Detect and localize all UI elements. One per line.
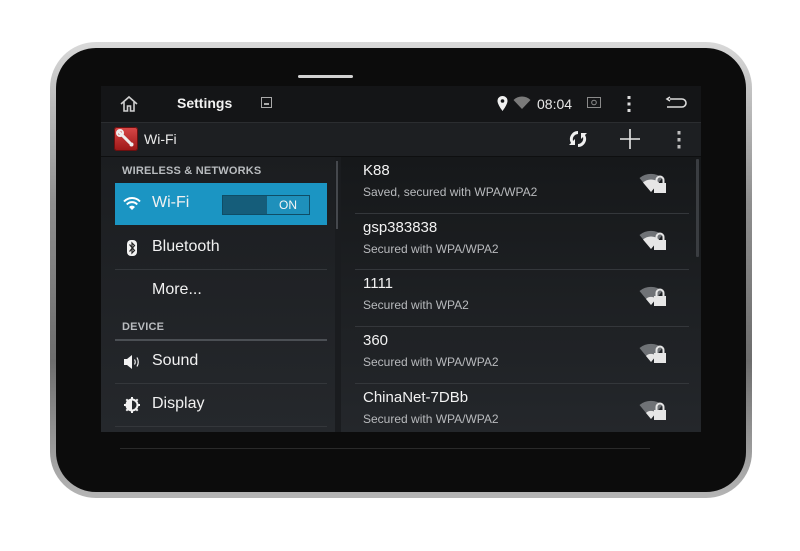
- screenshot-icon[interactable]: [587, 97, 601, 108]
- status-title: Settings: [177, 95, 233, 111]
- network-ssid: 1111: [363, 275, 394, 292]
- network-ssid: ChinaNet-7DBb: [363, 389, 469, 406]
- status-bar: Settings 08:04: [101, 86, 701, 123]
- network-item[interactable]: ChinaNet-7DBb Secured with WPA/WPA2: [355, 384, 691, 432]
- settings-wrench-icon[interactable]: [114, 127, 138, 151]
- wifi-locked-signal-icon: [639, 400, 666, 420]
- sidebar-item-sound[interactable]: Sound: [115, 341, 327, 383]
- panel-divider: [336, 161, 338, 229]
- sidebar-item-display[interactable]: Display: [115, 384, 327, 426]
- network-ssid: 360: [363, 332, 389, 349]
- sidebar-item-label: Display: [152, 395, 205, 412]
- screen: Settings 08:04 Wi-Fi WIRELESS & NETWORKS…: [101, 86, 701, 432]
- settings-sidebar: WIRELESS & NETWORKS Wi-Fi ON Bluetooth M…: [101, 157, 335, 432]
- section-header-wireless: WIRELESS & NETWORKS: [122, 165, 262, 177]
- bezel-line: [120, 448, 650, 449]
- network-item[interactable]: gsp383838 Secured with WPA/WPA2: [355, 214, 691, 270]
- page-title: Wi-Fi: [144, 131, 177, 147]
- network-ssid: gsp383838: [363, 219, 438, 236]
- sidebar-item-label: Bluetooth: [152, 238, 220, 255]
- sidebar-item-wifi[interactable]: Wi-Fi ON: [115, 183, 327, 225]
- bluetooth-icon: [127, 240, 137, 256]
- network-ssid: K88: [363, 162, 390, 179]
- action-bar: Wi-Fi: [101, 123, 701, 157]
- network-security: Secured with WPA/WPA2: [363, 355, 499, 369]
- wifi-icon: [513, 96, 531, 109]
- back-icon[interactable]: [665, 96, 687, 112]
- divider: [115, 426, 327, 427]
- list-scrollbar[interactable]: [696, 159, 699, 257]
- section-header-device: DEVICE: [122, 321, 165, 333]
- bezel-glare: [298, 75, 353, 78]
- menu-icon[interactable]: [627, 96, 631, 112]
- wifi-locked-signal-icon: [639, 286, 666, 306]
- wifi-icon: [123, 197, 141, 210]
- add-network-icon[interactable]: [619, 128, 641, 150]
- sidebar-item-label: Wi-Fi: [152, 194, 190, 211]
- brightness-icon: [124, 397, 140, 413]
- home-icon[interactable]: [119, 95, 139, 113]
- speaker-icon: [124, 355, 139, 369]
- network-security: Saved, secured with WPA/WPA2: [363, 185, 538, 199]
- network-security: Secured with WPA/WPA2: [363, 412, 499, 426]
- wifi-locked-signal-icon: [639, 173, 666, 193]
- sidebar-item-more[interactable]: More...: [115, 270, 327, 312]
- wifi-toggle[interactable]: ON: [222, 195, 310, 215]
- wifi-locked-signal-icon: [639, 230, 666, 250]
- network-security: Secured with WPA/WPA2: [363, 242, 499, 256]
- image-icon: [261, 97, 272, 108]
- network-item[interactable]: K88 Saved, secured with WPA/WPA2: [355, 157, 691, 213]
- sidebar-item-bluetooth[interactable]: Bluetooth: [115, 227, 327, 269]
- clock: 08:04: [537, 96, 573, 112]
- sidebar-item-label: More...: [152, 281, 202, 298]
- wifi-locked-signal-icon: [639, 343, 666, 363]
- wps-refresh-icon[interactable]: [567, 128, 589, 150]
- location-icon: [497, 96, 508, 111]
- network-security: Secured with WPA2: [363, 298, 469, 312]
- overflow-menu-icon[interactable]: [677, 131, 681, 149]
- network-item[interactable]: 360 Secured with WPA/WPA2: [355, 327, 691, 383]
- wifi-toggle-state: ON: [267, 196, 309, 214]
- network-item[interactable]: 1111 Secured with WPA2: [355, 270, 691, 326]
- wifi-network-list: K88 Saved, secured with WPA/WPA2 gsp3838…: [341, 157, 701, 432]
- sidebar-item-label: Sound: [152, 352, 199, 369]
